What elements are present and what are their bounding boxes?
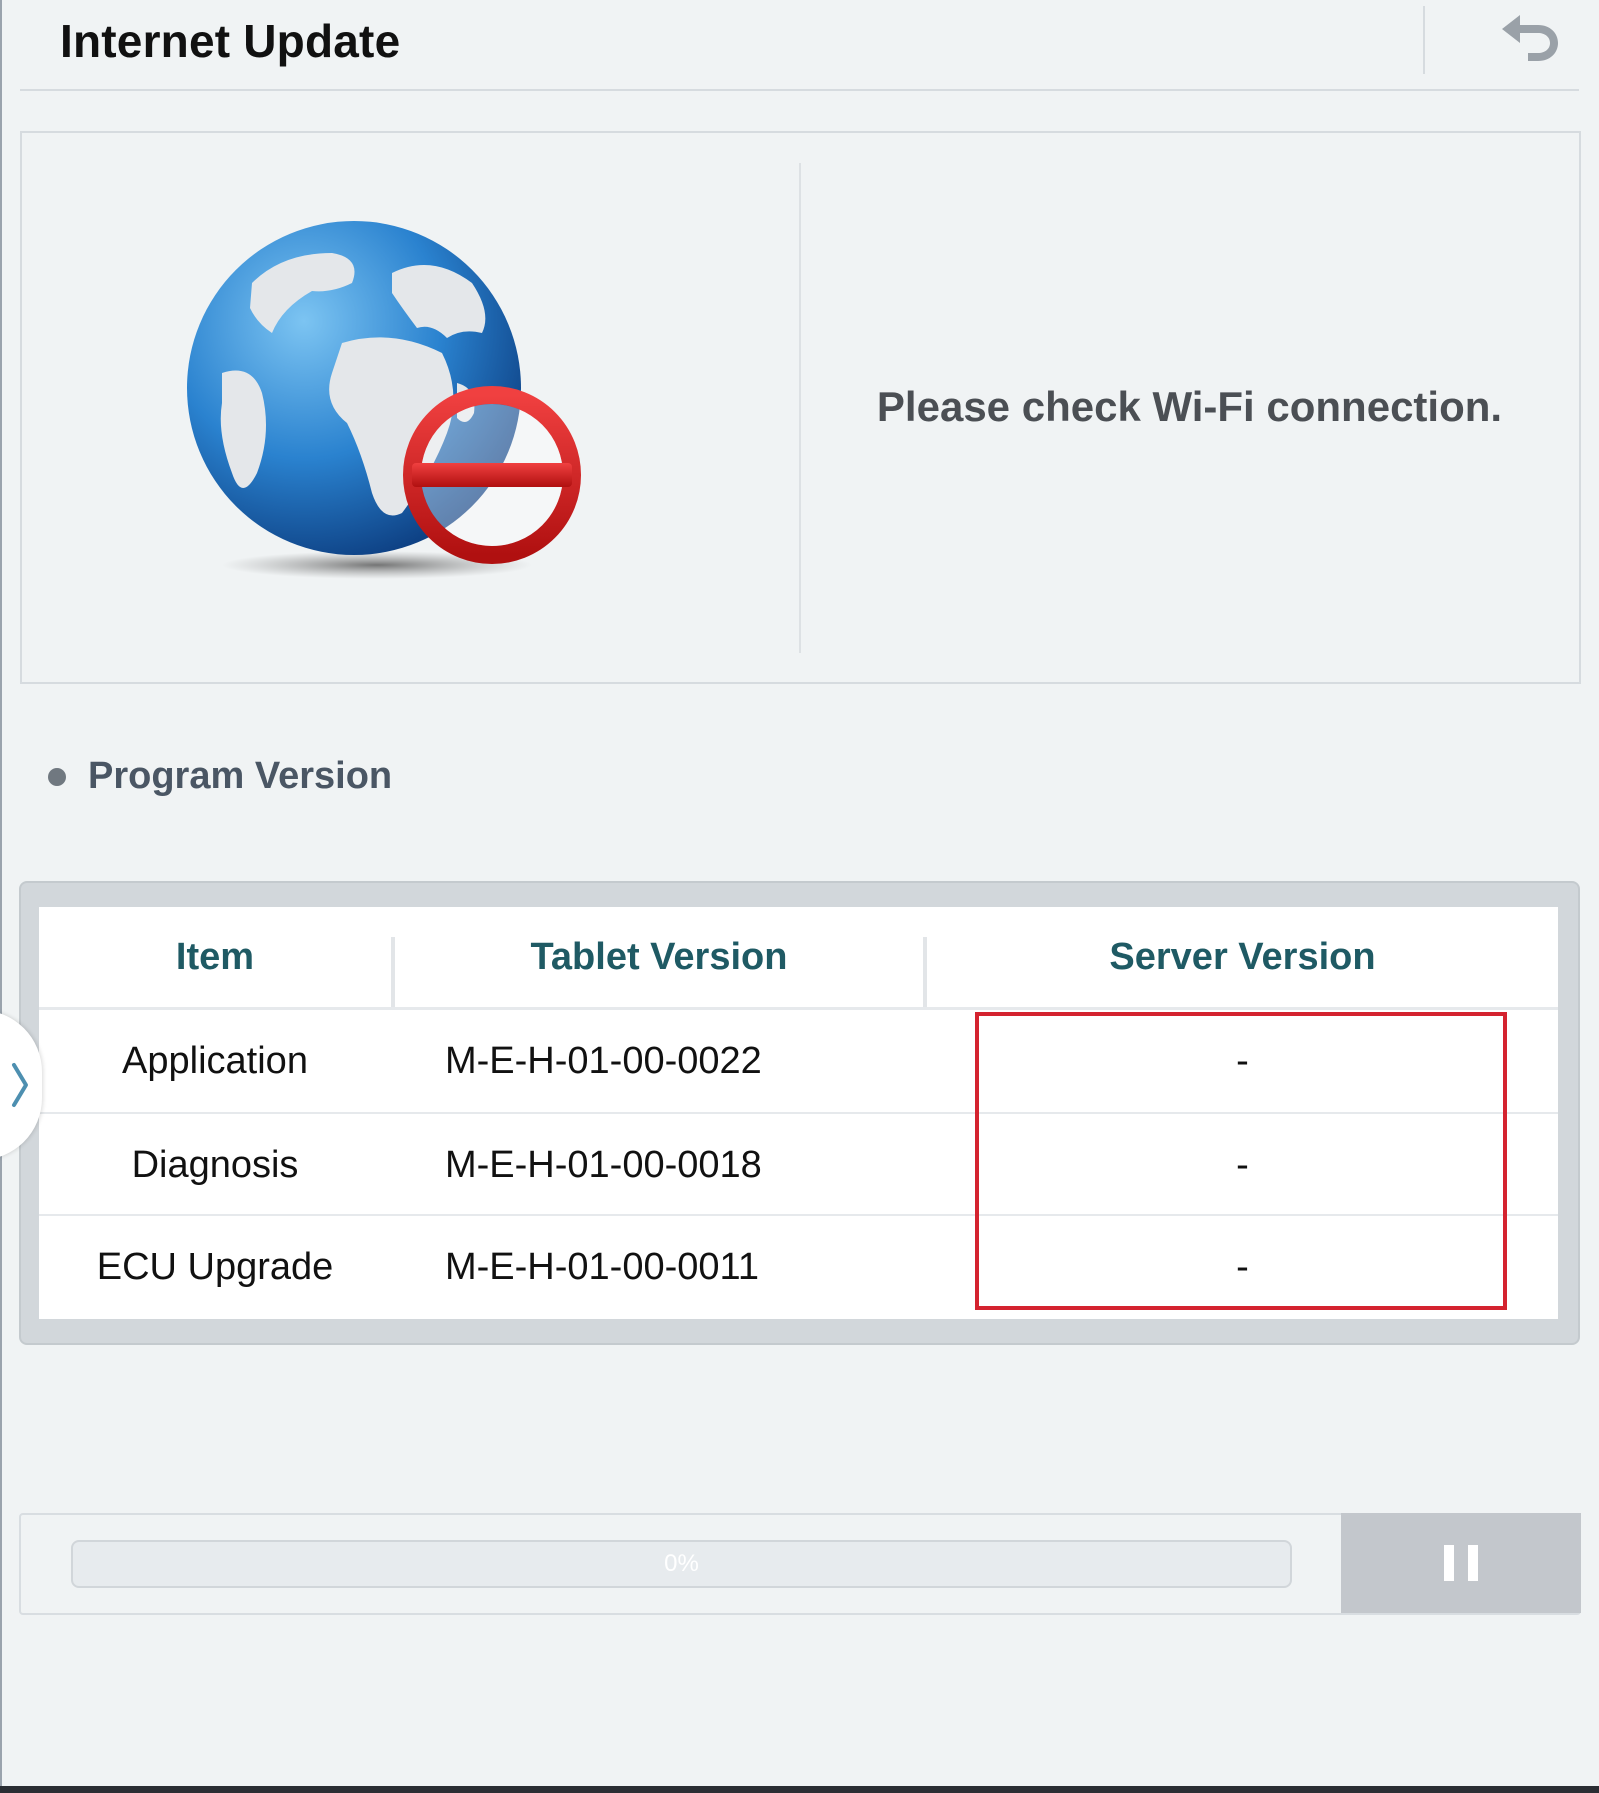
connection-status-panel: Please check Wi-Fi connection. <box>20 131 1581 684</box>
column-header-tablet-version: Tablet Version <box>530 935 788 978</box>
header-divider <box>1423 6 1425 74</box>
status-message: Please check Wi-Fi connection. <box>876 383 1503 430</box>
bottom-edge <box>0 1786 1599 1793</box>
cell-tablet-version: M-E-H-01-00-0018 <box>445 1143 762 1186</box>
panel-divider <box>799 163 801 653</box>
table-header: Item Tablet Version Server Version <box>39 907 1558 1010</box>
column-header-server-version: Server Version <box>1109 935 1376 978</box>
cell-item: Application <box>122 1039 308 1082</box>
cell-item: ECU Upgrade <box>96 1245 334 1288</box>
cell-tablet-version: M-E-H-01-00-0011 <box>445 1245 759 1288</box>
back-button[interactable] <box>1490 6 1570 74</box>
globe-no-connection-icon <box>162 213 622 633</box>
window-frame <box>0 0 2 1793</box>
pause-icon <box>1437 1545 1485 1581</box>
progress-bar: 0% <box>71 1540 1292 1588</box>
program-version-heading: Program Version <box>48 755 392 798</box>
cell-tablet-version: M-E-H-01-00-0022 <box>445 1039 762 1082</box>
cell-item: Diagnosis <box>131 1143 299 1186</box>
progress-area: 0% <box>19 1513 1581 1615</box>
column-header-item: Item <box>175 935 255 978</box>
section-title: Program Version <box>88 755 393 797</box>
progress-label: 0% <box>664 1550 699 1577</box>
bullet-icon <box>48 767 66 786</box>
back-arrow-icon <box>1502 15 1558 61</box>
header-bar: Internet Update <box>20 0 1579 91</box>
page-title: Internet Update <box>60 15 401 67</box>
chevron-right-icon <box>12 1063 28 1107</box>
pause-button[interactable] <box>1341 1513 1581 1613</box>
server-version-highlight <box>975 1012 1507 1310</box>
